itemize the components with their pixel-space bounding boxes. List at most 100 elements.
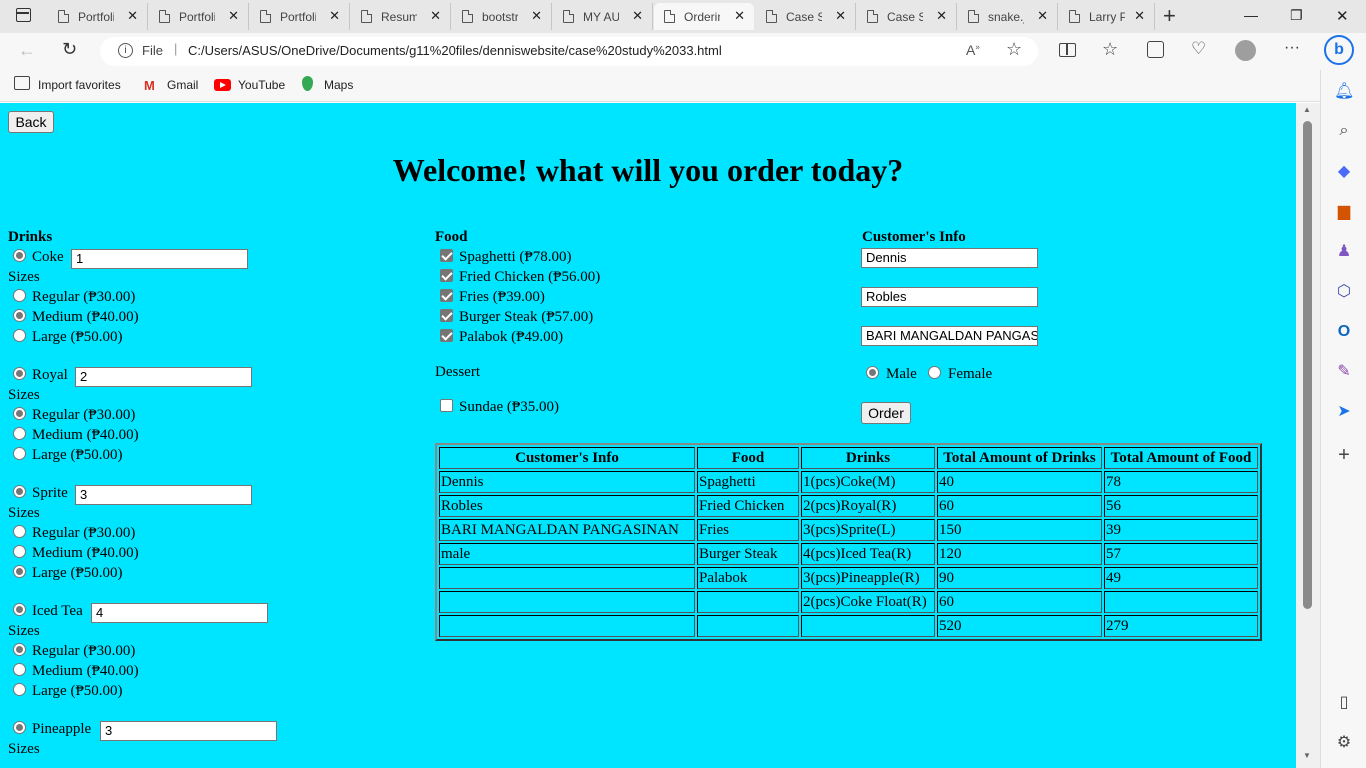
favorite-youtube[interactable]: YouTube (238, 78, 285, 92)
browser-tab[interactable]: Case Study✕ (756, 3, 856, 30)
briefcase-icon[interactable]: ▆ (1334, 202, 1354, 222)
read-aloud-icon[interactable]: A» (966, 42, 980, 58)
designer-icon[interactable]: ✎ (1334, 362, 1354, 382)
split-screen-icon[interactable] (1059, 43, 1076, 57)
close-icon[interactable]: ✕ (228, 8, 239, 24)
sidebar-toggle-icon[interactable]: ▯ (1334, 693, 1354, 713)
youtube-icon[interactable] (214, 79, 231, 91)
close-icon[interactable]: ✕ (734, 8, 745, 24)
size-radio[interactable] (13, 329, 26, 342)
close-icon[interactable]: ✕ (936, 8, 947, 24)
url-text[interactable]: C:/Users/ASUS/OneDrive/Documents/g11%20f… (188, 43, 722, 58)
minimize-icon[interactable]: — (1244, 7, 1258, 23)
browser-tab[interactable]: bootstrap✕ (452, 3, 552, 30)
size-radio[interactable] (13, 525, 26, 538)
close-icon[interactable]: ✕ (835, 8, 846, 24)
import-icon[interactable] (14, 76, 30, 90)
send-icon[interactable]: ➤ (1334, 402, 1354, 422)
restore-icon[interactable]: ❐ (1290, 7, 1303, 24)
gender-radio[interactable] (928, 366, 941, 379)
food-checkbox[interactable] (440, 329, 453, 342)
tab-actions-icon[interactable] (16, 8, 31, 22)
settings-gear-icon[interactable]: ⚙ (1334, 733, 1354, 753)
dessert-checkbox[interactable] (440, 399, 453, 412)
close-icon[interactable]: ✕ (329, 8, 340, 24)
close-icon[interactable]: ✕ (1134, 8, 1145, 24)
collections-icon[interactable] (1147, 41, 1164, 58)
size-radio[interactable] (13, 289, 26, 302)
browser-tab[interactable]: Portfolio✕ (250, 3, 350, 30)
food-checkbox[interactable] (440, 309, 453, 322)
drink-radio[interactable] (13, 367, 26, 380)
size-radio[interactable] (13, 309, 26, 322)
gender-radio[interactable] (866, 366, 879, 379)
performance-icon[interactable]: ♡ (1191, 39, 1206, 59)
search-icon[interactable]: ⌕ (1334, 121, 1354, 141)
scroll-down-icon[interactable]: ▼ (1303, 751, 1311, 760)
drink-radio[interactable] (13, 603, 26, 616)
favorites-icon[interactable]: ☆ (1102, 39, 1118, 60)
quantity-field[interactable]: 3 (75, 485, 252, 505)
favorite-import[interactable]: Import favorites (38, 78, 121, 92)
food-checkbox[interactable] (440, 269, 453, 282)
games-icon[interactable]: ♟ (1334, 242, 1354, 262)
last-name-field[interactable]: Robles (861, 287, 1038, 307)
url-box[interactable]: i File | C:/Users/ASUS/OneDrive/Document… (100, 37, 1038, 66)
new-tab-icon[interactable]: + (1163, 3, 1176, 29)
scroll-up-icon[interactable]: ▲ (1303, 105, 1311, 114)
back-button[interactable]: Back (8, 111, 54, 133)
size-radio[interactable] (13, 663, 26, 676)
maps-icon[interactable] (302, 76, 313, 91)
favorite-maps[interactable]: Maps (324, 78, 353, 92)
size-radio[interactable] (13, 545, 26, 558)
size-radio[interactable] (13, 407, 26, 420)
tag-icon[interactable]: ◆ (1334, 162, 1354, 182)
profile-avatar[interactable] (1235, 40, 1256, 61)
food-checkbox[interactable] (440, 289, 453, 302)
drink-radio[interactable] (13, 249, 26, 262)
drink-radio[interactable] (13, 485, 26, 498)
size-radio[interactable] (13, 427, 26, 440)
size-radio[interactable] (13, 565, 26, 578)
outlook-icon[interactable]: O (1334, 322, 1354, 342)
bell-icon[interactable]: 🔔︎ (1334, 82, 1354, 102)
browser-tab[interactable]: MY AU ✕ (553, 3, 653, 30)
microsoft365-icon[interactable]: ⬡ (1334, 282, 1354, 302)
quantity-field[interactable]: 3 (100, 721, 277, 741)
more-menu-icon[interactable]: ··· (1284, 39, 1300, 57)
order-button[interactable]: Order (861, 402, 911, 424)
quantity-field[interactable]: 1 (71, 249, 248, 269)
scrollbar-thumb[interactable] (1303, 121, 1312, 609)
first-name-field[interactable]: Dennis (861, 248, 1038, 268)
address-field[interactable]: BARI MANGALDAN PANGASINAN (861, 326, 1038, 346)
close-icon[interactable]: ✕ (430, 8, 441, 24)
info-icon[interactable]: i (118, 43, 133, 58)
add-icon[interactable]: + (1334, 445, 1354, 465)
browser-tab[interactable]: Portfolio✕ (48, 3, 148, 30)
browser-tab[interactable]: Case Study✕ (857, 3, 957, 30)
browser-tab[interactable]: Portfolio✕ (149, 3, 249, 30)
close-icon[interactable]: ✕ (531, 8, 542, 24)
quantity-field[interactable]: 2 (75, 367, 252, 387)
back-arrow-icon[interactable]: ← (18, 40, 36, 61)
refresh-icon[interactable]: ↻ (62, 39, 77, 60)
quantity-field[interactable]: 4 (91, 603, 268, 623)
browser-tab[interactable]: Resume✕ (351, 3, 451, 30)
food-checkbox[interactable] (440, 249, 453, 262)
close-icon[interactable]: ✕ (1037, 8, 1048, 24)
size-radio[interactable] (13, 447, 26, 460)
gmail-icon[interactable]: M (144, 78, 155, 93)
copilot-icon[interactable]: b (1324, 35, 1354, 65)
scrollbar[interactable]: ▲ ▼ (1296, 103, 1320, 768)
browser-tab[interactable]: snake.js✕ (958, 3, 1058, 30)
drink-radio[interactable] (13, 721, 26, 734)
close-icon[interactable]: ✕ (632, 8, 643, 24)
browser-tab-active[interactable]: Ordering✕ (654, 3, 754, 30)
close-icon[interactable]: ✕ (127, 8, 138, 24)
favorite-star-icon[interactable]: ☆ (1006, 39, 1022, 60)
size-radio[interactable] (13, 643, 26, 656)
window-close-icon[interactable]: ✕ (1336, 7, 1349, 25)
browser-tab[interactable]: Larry P ✕ (1059, 3, 1155, 30)
favorite-gmail[interactable]: Gmail (167, 78, 198, 92)
size-radio[interactable] (13, 683, 26, 696)
